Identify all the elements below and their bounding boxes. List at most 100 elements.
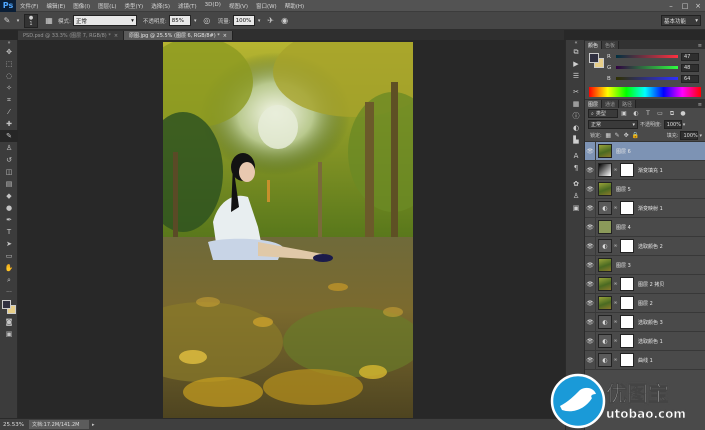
layer-mask-thumbnail[interactable] — [620, 277, 634, 291]
foreground-color-swatch[interactable] — [589, 53, 599, 63]
layer-mask-thumbnail[interactable] — [620, 201, 634, 215]
document-info[interactable]: 文档:17.2M/141.2M — [29, 420, 89, 429]
tab-layers[interactable]: 图层 — [585, 100, 603, 108]
menu-item[interactable]: 编辑(E) — [42, 2, 69, 10]
brush-presets-icon[interactable]: ✿ — [566, 178, 586, 190]
lock-all-icon[interactable]: 🔒 — [631, 132, 640, 139]
menu-item[interactable]: 窗口(W) — [252, 2, 281, 10]
blue-track[interactable] — [616, 77, 678, 80]
layer-thumbnail[interactable] — [598, 277, 612, 291]
opacity-dropdown-icon[interactable]: ▾ — [191, 18, 200, 24]
layer-thumbnail[interactable] — [598, 220, 612, 234]
tab-paths[interactable]: 路径 — [619, 100, 637, 108]
layer-mask-thumbnail[interactable] — [620, 296, 634, 310]
menu-item[interactable]: 选择(S) — [147, 2, 174, 10]
tab-close-icon[interactable]: × — [223, 33, 227, 39]
tool-presets-icon[interactable]: ✂ — [566, 86, 586, 98]
layer-name[interactable]: 图层 2 拷贝 — [638, 281, 664, 288]
pixel-filter-icon[interactable]: ▣ — [618, 110, 630, 117]
brush-preset-dropdown-icon[interactable]: ▾ — [14, 18, 22, 24]
layer-name[interactable]: 图层 3 — [616, 262, 631, 269]
healing-brush-tool-icon[interactable]: ✚ — [0, 118, 18, 130]
brush-tool-icon[interactable]: ✎ — [0, 16, 14, 25]
color-swatches[interactable] — [0, 298, 18, 316]
layer-thumbnail[interactable] — [598, 182, 612, 196]
menu-item[interactable]: 3D(D) — [201, 2, 225, 10]
character-icon[interactable]: A — [566, 150, 586, 162]
lasso-tool-icon[interactable]: ◌ — [0, 70, 18, 82]
link-icon[interactable]: ∞ — [613, 338, 618, 344]
eye-icon[interactable]: 👁 — [585, 312, 596, 332]
adjustments-icon[interactable]: ◐ — [566, 122, 586, 134]
layer-thumbnail[interactable] — [598, 163, 612, 177]
eye-icon[interactable]: 👁 — [585, 350, 596, 370]
red-track[interactable] — [616, 55, 678, 58]
color-spectrum-bar[interactable] — [589, 87, 701, 97]
canvas-area[interactable] — [18, 40, 564, 418]
tab-channels[interactable]: 通道 — [602, 100, 620, 108]
layer-row[interactable]: 👁 ◐ ∞ 渐变映射 1 — [585, 198, 705, 218]
styles-icon[interactable]: ▣ — [566, 202, 586, 214]
layer-name[interactable]: 图层 4 — [616, 224, 631, 231]
layer-name[interactable]: 图层 5 — [616, 186, 631, 193]
layer-name[interactable]: 渐变映射 1 — [638, 205, 663, 212]
history-icon[interactable]: ⧉ — [566, 46, 586, 58]
tab-color[interactable]: 颜色 — [585, 41, 603, 49]
layer-row[interactable]: 👁 ◐ ∞ 曲线 1 — [585, 350, 705, 370]
pressure-size-icon[interactable]: ◉ — [278, 16, 292, 25]
layer-row[interactable]: 👁 ∞ 图层 2 — [585, 293, 705, 313]
opacity-input[interactable]: 85% — [168, 15, 191, 26]
type-filter-icon[interactable]: T — [642, 110, 654, 117]
layer-mask-thumbnail[interactable] — [620, 239, 634, 253]
layer-thumbnail[interactable] — [598, 258, 612, 272]
pressure-opacity-icon[interactable]: ◎ — [200, 16, 214, 25]
clone-source-icon[interactable]: ♙ — [566, 190, 586, 202]
chevron-down-icon[interactable]: ▾ — [699, 133, 702, 139]
paragraph-icon[interactable]: ¶ — [566, 162, 586, 174]
layer-thumbnail[interactable]: ◐ — [598, 353, 612, 367]
layer-thumbnail[interactable] — [598, 144, 612, 158]
layer-thumbnail[interactable]: ◐ — [598, 201, 612, 215]
menu-item[interactable]: 图像(I) — [69, 2, 94, 10]
layer-name[interactable]: 选取颜色 1 — [638, 338, 663, 345]
layer-row[interactable]: 👁 ◐ ∞ 选取颜色 1 — [585, 331, 705, 351]
history-brush-tool-icon[interactable]: ↺ — [0, 154, 18, 166]
zoom-tool-icon[interactable]: ⌕ — [0, 274, 18, 286]
eraser-tool-icon[interactable]: ◫ — [0, 166, 18, 178]
layer-row[interactable]: 👁 ∞ 图层 2 拷贝 — [585, 274, 705, 294]
layer-name[interactable]: 图层 2 — [638, 300, 653, 307]
eye-icon[interactable]: 👁 — [585, 160, 596, 180]
actions-icon[interactable]: ▶ — [566, 58, 586, 70]
status-menu-icon[interactable]: ▸ — [92, 422, 95, 428]
panel-menu-icon[interactable]: ≡ — [698, 102, 702, 108]
eye-icon[interactable]: 👁 — [585, 217, 596, 237]
eye-icon[interactable]: 👁 — [585, 331, 596, 351]
brush-panel-icon[interactable]: ▦ — [42, 16, 56, 25]
properties-icon[interactable]: ☰ — [566, 70, 586, 82]
link-icon[interactable]: ∞ — [613, 300, 618, 306]
eye-icon[interactable]: 👁 — [585, 236, 596, 256]
eye-icon[interactable]: 👁 — [585, 274, 596, 294]
layer-row[interactable]: 👁 图层 6 — [585, 141, 705, 161]
eye-icon[interactable]: 👁 — [585, 255, 596, 275]
layer-opacity-input[interactable]: 100% — [663, 120, 682, 129]
dodge-tool-icon[interactable]: ● — [0, 202, 18, 214]
adjustment-filter-icon[interactable]: ◐ — [630, 110, 642, 117]
lock-transparent-icon[interactable]: ▦ — [604, 132, 613, 139]
marquee-tool-icon[interactable]: ⬚ — [0, 58, 18, 70]
link-icon[interactable]: ∞ — [613, 167, 618, 173]
flow-dropdown-icon[interactable]: ▾ — [255, 18, 264, 24]
pen-tool-icon[interactable]: ✒ — [0, 214, 18, 226]
minimize-icon[interactable]: – — [664, 0, 678, 12]
red-value[interactable]: 47 — [681, 52, 699, 61]
eye-icon[interactable]: 👁 — [585, 141, 596, 161]
menu-item[interactable]: 图层(L) — [94, 2, 120, 10]
close-icon[interactable]: × — [691, 0, 705, 12]
layer-row[interactable]: 👁 图层 4 — [585, 217, 705, 237]
type-tool-icon[interactable]: T — [0, 226, 18, 238]
layer-row[interactable]: 👁 图层 5 — [585, 179, 705, 199]
tab-original[interactable]: 原图.jpg @ 25.5% (图层 6, RGB/8#) * × — [124, 31, 233, 40]
menu-item[interactable]: 滤镜(T) — [174, 2, 201, 10]
brush-tool-icon[interactable]: ✎ — [0, 130, 18, 142]
blue-slider[interactable]: B 64 — [585, 73, 705, 84]
